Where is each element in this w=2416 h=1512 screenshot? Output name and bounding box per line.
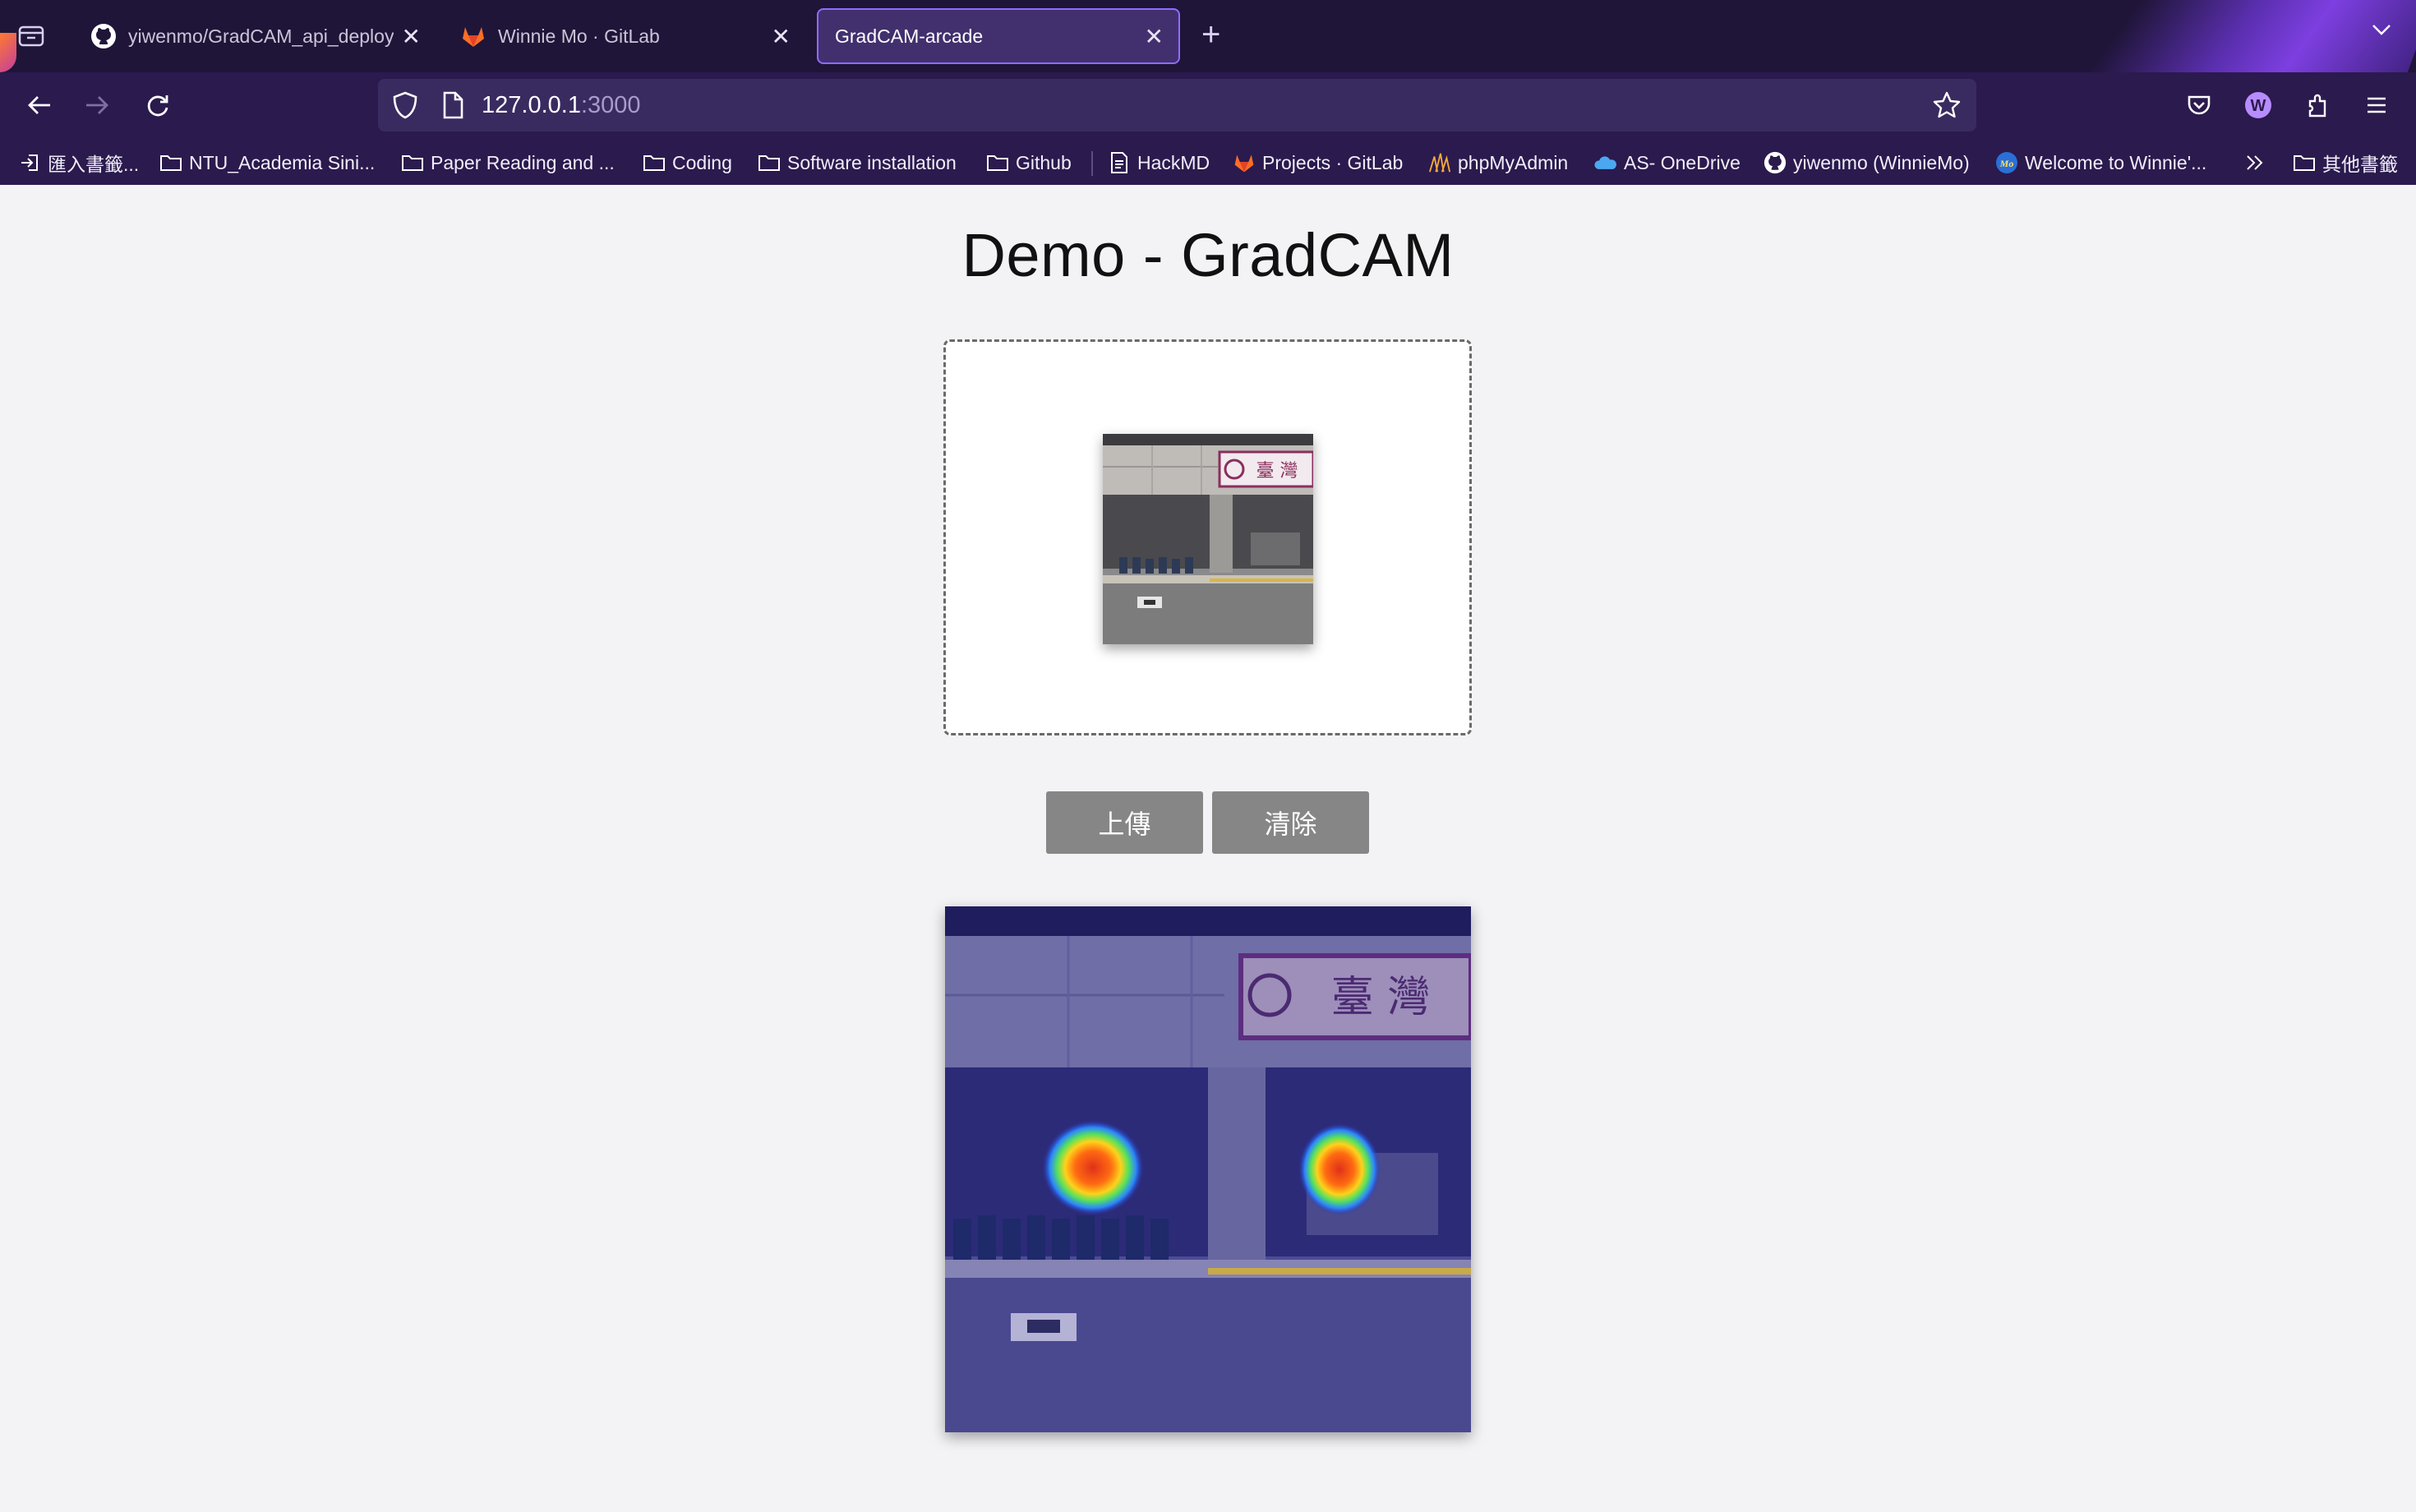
bookmark-label: Welcome to Winnie'... bbox=[2025, 151, 2207, 173]
close-icon[interactable]: ✕ bbox=[1145, 23, 1164, 50]
folder-icon bbox=[758, 151, 781, 174]
phpmyadmin-icon bbox=[1428, 151, 1451, 174]
reload-icon[interactable] bbox=[140, 87, 176, 123]
bookmark-separator bbox=[1091, 151, 1093, 176]
bookmark-folder-other[interactable]: 其他書籤 bbox=[2293, 148, 2398, 177]
bookmarks-toolbar: 匯入書籤... NTU_Academia Sini... Paper Readi… bbox=[0, 141, 2416, 182]
bookmark-import[interactable]: 匯入書籤... bbox=[18, 148, 139, 177]
bookmark-label: AS- OneDrive bbox=[1624, 151, 1741, 173]
bookmark-link[interactable]: Mo Welcome to Winnie'... bbox=[1995, 148, 2206, 177]
folder-icon bbox=[2293, 151, 2316, 174]
gitlab-icon bbox=[460, 23, 486, 49]
bookmark-label: HackMD bbox=[1137, 151, 1210, 173]
folder-icon bbox=[643, 151, 666, 174]
more-bookmarks-icon[interactable] bbox=[2243, 148, 2266, 177]
github-icon bbox=[90, 23, 117, 49]
browser-chrome: yiwenmo/GradCAM_api_deploy ✕ Winnie Mo ·… bbox=[0, 0, 2416, 185]
page-icon[interactable] bbox=[440, 90, 465, 127]
theme-decoration bbox=[0, 33, 16, 72]
tab-github[interactable]: yiwenmo/GradCAM_api_deploy ✕ bbox=[74, 8, 436, 64]
extensions-icon[interactable] bbox=[2299, 87, 2335, 123]
upload-button[interactable]: 上傳 bbox=[1046, 791, 1203, 854]
folder-icon bbox=[401, 151, 424, 174]
import-icon bbox=[18, 151, 41, 174]
new-tab-icon[interactable]: + bbox=[1201, 16, 1220, 53]
bookmark-folder[interactable]: Github bbox=[986, 148, 1072, 177]
url-bar[interactable]: 127.0.0.1:3000 bbox=[378, 79, 1976, 131]
bookmark-star-icon[interactable] bbox=[1932, 90, 1962, 127]
folder-icon bbox=[986, 151, 1009, 174]
navigation-bar: 127.0.0.1:3000 W bbox=[0, 72, 2416, 138]
tab-groups-icon[interactable] bbox=[16, 21, 46, 50]
svg-text:Mo: Mo bbox=[1999, 158, 2014, 169]
github-icon bbox=[1764, 151, 1787, 174]
clear-button[interactable]: 清除 bbox=[1212, 791, 1369, 854]
svg-text:W: W bbox=[2251, 97, 2266, 115]
account-avatar-icon[interactable]: W bbox=[2240, 87, 2276, 123]
gradcam-result-image: 臺 灣 bbox=[945, 906, 1471, 1432]
bookmark-label: Paper Reading and ... bbox=[431, 151, 615, 173]
url-port: :3000 bbox=[580, 92, 641, 118]
shield-icon[interactable] bbox=[391, 90, 419, 127]
bookmark-link[interactable]: phpMyAdmin bbox=[1428, 148, 1568, 177]
hackmd-icon bbox=[1108, 151, 1131, 174]
bookmark-label: phpMyAdmin bbox=[1458, 151, 1569, 173]
tab-label: GradCAM-arcade bbox=[835, 25, 984, 47]
bookmark-label: 其他書籤 bbox=[2322, 154, 2398, 175]
tab-strip: yiwenmo/GradCAM_api_deploy ✕ Winnie Mo ·… bbox=[0, 0, 2416, 72]
bookmark-folder[interactable]: Software installation bbox=[758, 148, 957, 177]
forward-icon[interactable] bbox=[79, 87, 115, 123]
bookmark-label: Github bbox=[1016, 151, 1072, 173]
tab-gradcam[interactable]: GradCAM-arcade ✕ bbox=[817, 8, 1180, 64]
folder-icon bbox=[159, 151, 182, 174]
onedrive-icon bbox=[1594, 151, 1617, 174]
uploaded-image-thumbnail: 臺 灣 bbox=[1103, 434, 1313, 644]
tab-label: Winnie Mo · GitLab bbox=[498, 25, 660, 47]
bookmark-folder[interactable]: Paper Reading and ... bbox=[401, 148, 615, 177]
bookmark-label: 匯入書籤... bbox=[48, 154, 140, 175]
gitlab-icon bbox=[1233, 151, 1256, 174]
sign-text: 臺 灣 bbox=[1256, 461, 1298, 482]
chevron-down-icon[interactable] bbox=[2370, 18, 2393, 48]
bookmark-link[interactable]: yiwenmo (WinnieMo) bbox=[1764, 148, 1970, 177]
url-host: 127.0.0.1 bbox=[482, 92, 581, 118]
bookmark-link[interactable]: AS- OneDrive bbox=[1594, 148, 1741, 177]
close-icon[interactable]: ✕ bbox=[402, 23, 421, 50]
page-title: Demo - GradCAM bbox=[961, 221, 1455, 289]
bookmark-label: NTU_Academia Sini... bbox=[189, 151, 376, 173]
bookmark-label: Software installation bbox=[787, 151, 957, 173]
bookmark-label: Projects · GitLab bbox=[1262, 151, 1404, 173]
bookmark-link[interactable]: Projects · GitLab bbox=[1233, 148, 1403, 177]
pocket-icon[interactable] bbox=[2181, 87, 2217, 123]
tab-gitlab[interactable]: Winnie Mo · GitLab ✕ bbox=[444, 8, 805, 64]
back-icon[interactable] bbox=[21, 87, 58, 123]
bookmark-folder[interactable]: Coding bbox=[643, 148, 732, 177]
bookmark-link[interactable]: HackMD bbox=[1108, 148, 1210, 177]
bookmark-folder[interactable]: NTU_Academia Sini... bbox=[159, 148, 375, 177]
menu-icon[interactable] bbox=[2358, 87, 2395, 123]
site-icon: Mo bbox=[1995, 151, 2018, 174]
sign-text: 臺 灣 bbox=[1331, 973, 1431, 1022]
url-text[interactable]: 127.0.0.1:3000 bbox=[482, 92, 641, 119]
theme-decoration bbox=[1958, 0, 2416, 72]
tab-label: yiwenmo/GradCAM_api_deploy bbox=[128, 25, 394, 47]
close-icon[interactable]: ✕ bbox=[772, 23, 791, 50]
bookmark-label: yiwenmo (WinnieMo) bbox=[1793, 151, 1970, 173]
bookmark-label: Coding bbox=[672, 151, 732, 173]
